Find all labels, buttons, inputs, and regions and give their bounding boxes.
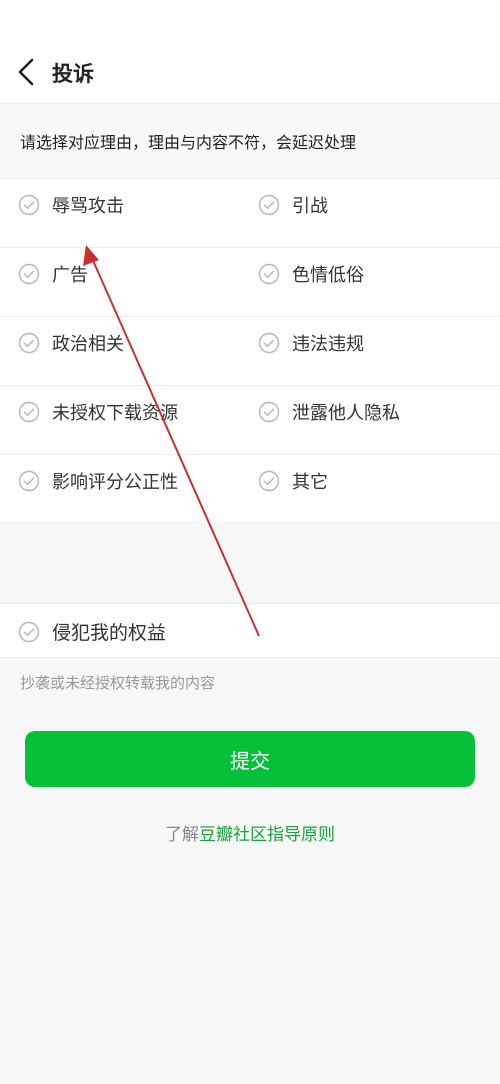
check-circle-icon [258,332,280,354]
instruction-text: 请选择对应理由，理由与内容不符，会延迟处理 [0,104,500,178]
reason-row: 影响评分公正性 其它 [0,455,500,524]
guide-prefix: 了解 [165,825,199,845]
reason-row: 辱骂攻击 引战 [0,179,500,248]
reason-option[interactable]: 未授权下载资源 [18,386,178,438]
check-circle-icon [258,470,280,492]
reason-option[interactable]: 泄露他人隐私 [258,386,400,438]
check-circle-icon [258,263,280,285]
reason-label: 泄露他人隐私 [292,403,400,424]
check-circle-icon [18,194,40,216]
rights-description: 抄袭或未经授权转载我的内容 [20,674,216,692]
reason-label: 其它 [292,472,328,493]
check-circle-icon [18,332,40,354]
rights-option[interactable]: 侵犯我的权益 [18,604,166,659]
rights-label: 侵犯我的权益 [52,622,167,644]
reason-label: 色情低俗 [292,265,364,286]
reason-list: 辱骂攻击 引战 广告 色情低俗 政治相关 违法违规 未授权下载资源 泄露他人隐私… [0,178,500,521]
back-button[interactable] [12,56,40,88]
guide-text: 了解豆瓣社区指导原则 [0,820,500,845]
reason-row: 未授权下载资源 泄露他人隐私 [0,386,500,455]
reason-label: 违法违规 [292,334,364,355]
reason-option[interactable]: 引战 [258,179,328,231]
header: 投诉 [0,0,500,104]
reason-option[interactable]: 辱骂攻击 [18,179,124,231]
reason-option[interactable]: 影响评分公正性 [18,455,178,507]
reason-option[interactable]: 色情低俗 [258,248,364,300]
check-circle-icon [258,194,280,216]
reason-row: 广告 色情低俗 [0,248,500,317]
reason-label: 广告 [52,265,88,286]
reason-option[interactable]: 政治相关 [18,317,124,369]
check-circle-icon [18,470,40,492]
reason-option[interactable]: 其它 [258,455,328,507]
complaint-page: 投诉 请选择对应理由，理由与内容不符，会延迟处理 辱骂攻击 引战 广告 色情低俗 [0,0,500,1084]
check-circle-icon [18,263,40,285]
reason-label: 政治相关 [52,334,124,355]
check-circle-icon [258,401,280,423]
reason-option[interactable]: 广告 [18,248,88,300]
reason-row: 政治相关 违法违规 [0,317,500,386]
community-guidelines-link[interactable]: 豆瓣社区指导原则 [199,825,335,845]
page-title: 投诉 [52,62,94,86]
reason-option[interactable]: 违法违规 [258,317,364,369]
chevron-left-icon [18,58,34,86]
check-circle-icon [18,621,40,642]
reason-label: 影响评分公正性 [52,472,178,493]
reason-label: 引战 [292,196,328,217]
rights-section: 侵犯我的权益 [0,603,500,658]
reason-label: 未授权下载资源 [52,403,178,424]
check-circle-icon [18,401,40,423]
submit-button[interactable]: 提交 [25,731,475,787]
reason-label: 辱骂攻击 [52,196,124,217]
